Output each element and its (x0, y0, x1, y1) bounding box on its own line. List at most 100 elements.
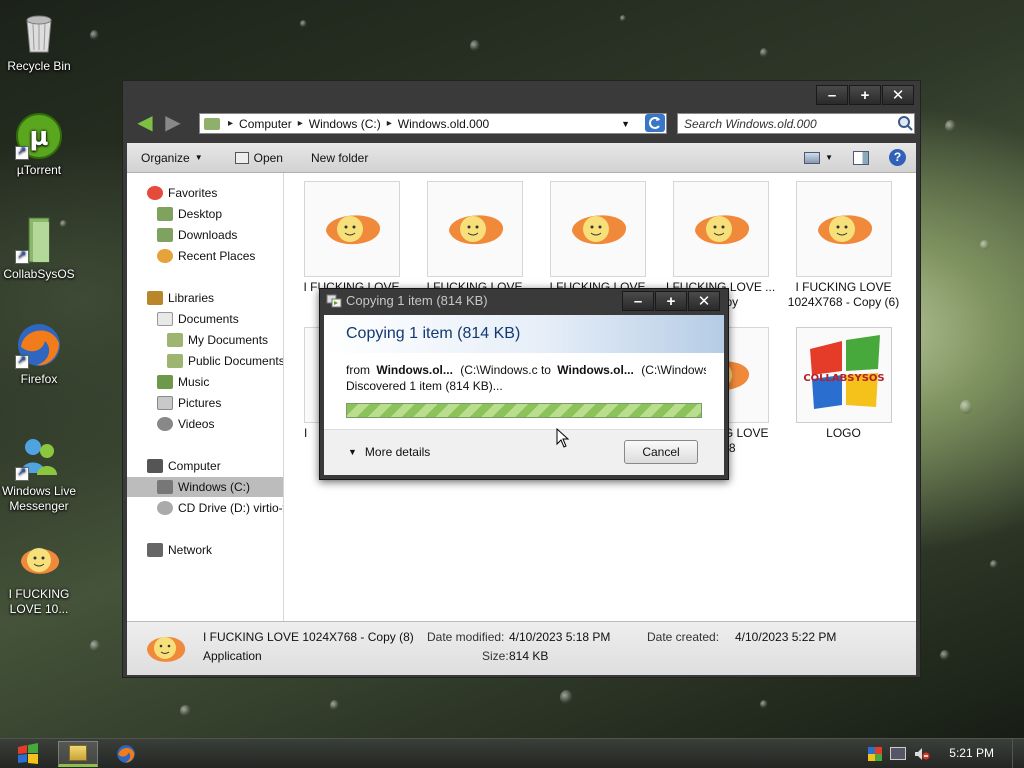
new-folder-button[interactable]: New folder (301, 151, 378, 165)
refresh-icon[interactable] (645, 114, 665, 132)
clock[interactable]: 5:21 PM (949, 746, 994, 760)
firefox-icon (117, 745, 135, 763)
cancel-button[interactable]: Cancel (624, 440, 698, 464)
address-bar[interactable]: ▸ Computer ▸ Windows (C:) ▸ Windows.old.… (199, 113, 667, 134)
nav-libraries[interactable]: Libraries (147, 288, 214, 308)
firefox-icon (15, 321, 63, 369)
nav-label: Windows (C:) (178, 480, 251, 494)
chevron-down-icon: ▼ (194, 153, 203, 162)
nav-favorites[interactable]: Favorites (147, 183, 217, 203)
from-name[interactable]: Windows.ol... (376, 363, 453, 377)
explorer-folder-icon (69, 745, 87, 761)
nav-downloads[interactable]: Downloads (157, 225, 237, 245)
open-button[interactable]: Open (225, 151, 293, 165)
address-dropdown-icon[interactable]: ▼ (621, 119, 630, 129)
file-label: I FUCKING LOVE 1024X768 - Copy (6) (787, 280, 900, 309)
nav-my-documents[interactable]: My Documents (167, 330, 268, 350)
file-item-logo[interactable]: COLLABSYSOS LOGO (786, 327, 901, 441)
status-file-type: Application (203, 649, 262, 663)
close-button[interactable]: ✕ (688, 291, 720, 311)
volume-muted-icon[interactable] (914, 747, 930, 761)
desktop-icon-utorrent[interactable]: µ µTorrent (0, 112, 78, 178)
start-button[interactable] (8, 741, 48, 767)
discovered-text: Discovered 1 item (814 KB)... (346, 379, 503, 393)
back-button[interactable]: ◀ (133, 113, 157, 135)
desktop-icon-smiley-app[interactable]: I FUCKING LOVE 10... (0, 536, 78, 617)
nav-computer[interactable]: Computer (147, 456, 221, 476)
status-date-created-label: Date created: (647, 630, 720, 644)
favorites-star-icon (147, 186, 163, 200)
breadcrumb-windows-old[interactable]: Windows.old.000 (392, 117, 495, 131)
help-button[interactable]: ? (879, 149, 916, 166)
nav-videos[interactable]: Videos (157, 414, 214, 434)
nav-label: Music (178, 375, 210, 389)
nav-label: Documents (178, 312, 239, 326)
to-label: to (540, 363, 551, 377)
action-center-flag-icon[interactable] (868, 747, 882, 761)
nav-public-documents[interactable]: Public Documents (167, 351, 283, 371)
taskbar-firefox-button[interactable] (106, 741, 146, 767)
minimize-button[interactable]: – (622, 291, 654, 311)
status-date-modified: 4/10/2023 5:18 PM (509, 630, 611, 644)
chevron-down-icon: ▼ (825, 153, 833, 162)
to-name[interactable]: Windows.ol... (557, 363, 634, 377)
help-icon: ? (889, 149, 906, 166)
views-button[interactable]: ▼ (794, 151, 843, 164)
close-button[interactable]: ✕ (882, 85, 914, 105)
breadcrumb-windows-c[interactable]: Windows (C:) (303, 117, 387, 131)
file-label: LOGO (826, 426, 861, 440)
desktop-icon-firefox[interactable]: Firefox (0, 321, 78, 387)
status-size: 814 KB (509, 649, 549, 663)
status-file-name: I FUCKING LOVE 1024X768 - Copy (8) (203, 630, 414, 644)
collabsysos-icon (15, 216, 63, 264)
preview-pane-button[interactable] (843, 150, 879, 165)
nav-label: Network (168, 543, 213, 557)
maximize-button[interactable]: + (655, 291, 687, 311)
desktop-icon-windows-live-messenger[interactable]: Windows Live Messenger (0, 433, 78, 514)
search-input[interactable]: Search Windows.old.000 (677, 113, 915, 134)
status-date-modified-label: Date modified: (427, 630, 505, 644)
smiley-app-icon (15, 536, 63, 584)
breadcrumb-computer[interactable]: Computer (233, 117, 298, 131)
copy-dialog-icon (326, 294, 342, 308)
forward-button[interactable]: ▶ (161, 113, 185, 135)
nav-cd-drive[interactable]: CD Drive (D:) virtio-w (157, 498, 283, 518)
nav-network[interactable]: Network (147, 540, 212, 560)
details-pane: I FUCKING LOVE 1024X768 - Copy (8) Appli… (127, 621, 916, 675)
file-item[interactable]: I FUCKING LOVE 1024X768 - Copy (6) (786, 181, 901, 310)
nav-label: Desktop (178, 207, 223, 221)
nav-windows-c[interactable]: Windows (C:) (127, 477, 283, 497)
file-item[interactable]: I FUCKING LOVE (540, 181, 655, 295)
desktop-icon-recycle-bin[interactable]: Recycle Bin (0, 8, 78, 74)
nav-label: Recent Places (178, 249, 256, 263)
nav-pictures[interactable]: Pictures (157, 393, 221, 413)
more-details-label: More details (364, 445, 431, 459)
network-tray-icon[interactable] (890, 747, 906, 760)
nav-label: Videos (178, 417, 215, 431)
new-folder-label: New folder (310, 150, 369, 165)
navigation-row: ◀ ▶ ▸ Computer ▸ Windows (C:) ▸ Windows.… (123, 111, 920, 137)
desktop-icon-label: CollabSysOS (3, 267, 75, 281)
smiley-thumbnail-icon (672, 181, 769, 277)
status-size-label: Size: (482, 649, 509, 663)
smiley-app-icon (143, 628, 189, 670)
show-desktop-button[interactable] (1012, 739, 1024, 768)
more-details-toggle[interactable]: ▼ More details (348, 445, 430, 459)
nav-label: Libraries (168, 291, 215, 305)
minimize-button[interactable]: – (816, 85, 848, 105)
nav-documents[interactable]: Documents (157, 309, 239, 329)
copy-dialog-footer: ▼ More details Cancel (324, 429, 724, 475)
maximize-button[interactable]: + (849, 85, 881, 105)
svg-text:µ: µ (29, 122, 48, 152)
desktop-icon-collabsysos[interactable]: CollabSysOS (0, 216, 78, 282)
taskbar-explorer-button[interactable] (58, 741, 98, 767)
nav-music[interactable]: Music (157, 372, 209, 392)
organize-menu[interactable]: Organize ▼ (127, 151, 213, 165)
search-icon[interactable] (897, 115, 913, 131)
nav-recent-places[interactable]: Recent Places (157, 246, 255, 266)
downloads-icon (157, 228, 173, 242)
nav-desktop[interactable]: Desktop (157, 204, 222, 224)
file-item[interactable]: I FUCKING LOVE (417, 181, 532, 295)
copy-progress-dialog[interactable]: Copying 1 item (814 KB) – + ✕ Copying 1 … (319, 288, 729, 480)
smiley-thumbnail-icon (303, 181, 400, 277)
